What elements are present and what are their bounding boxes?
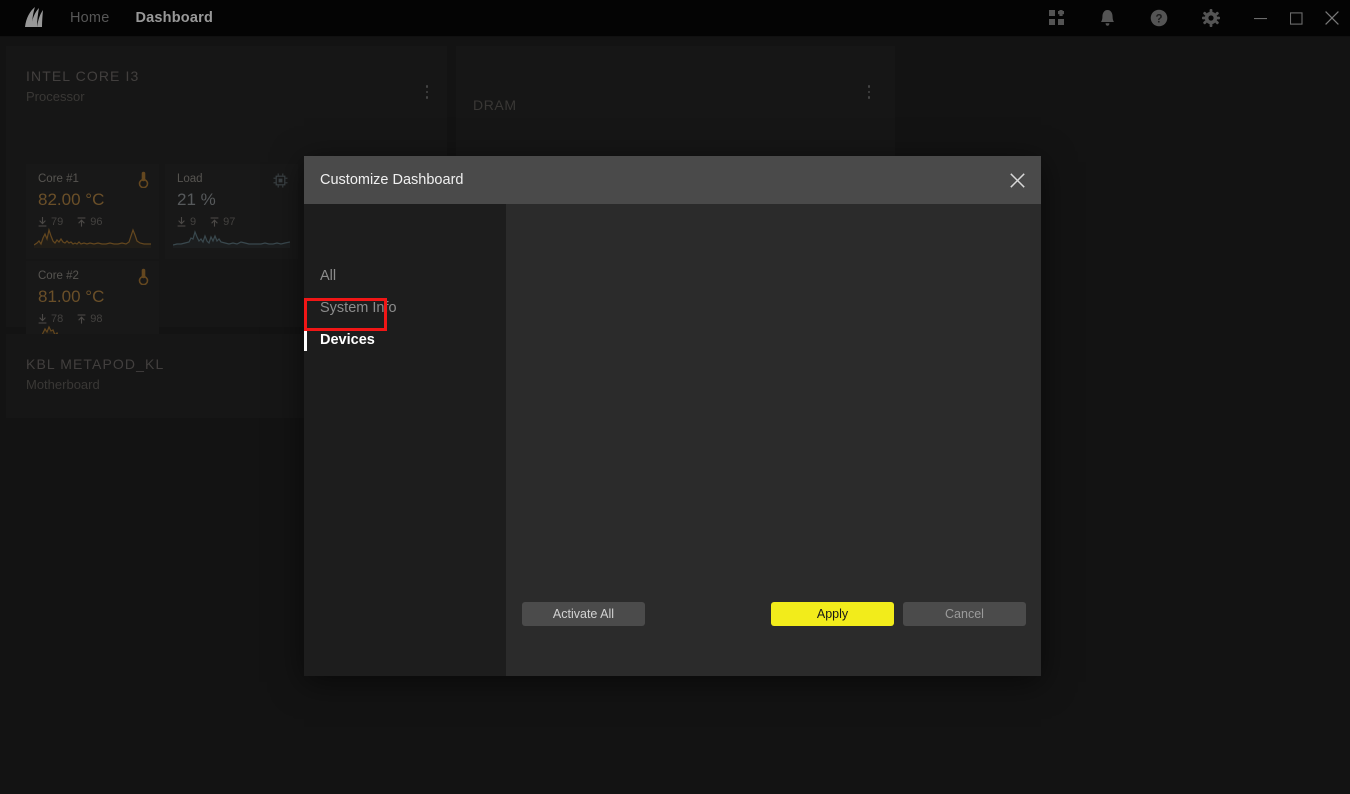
card-motherboard-title: KBL METAPOD_KL	[26, 356, 165, 372]
apply-button[interactable]: Apply	[771, 602, 894, 626]
tile-core-1-label: Core #1	[38, 173, 79, 185]
cancel-button[interactable]: Cancel	[903, 602, 1026, 626]
customize-dashboard-dialog: Customize Dashboard All System Info Devi…	[304, 156, 1041, 676]
dialog-tab-all[interactable]: All	[304, 260, 506, 292]
dialog-tab-system-info[interactable]: System Info	[304, 292, 506, 324]
svg-text:?: ?	[1155, 13, 1162, 25]
dialog-tab-devices[interactable]: Devices	[304, 324, 506, 356]
notifications-bell-icon[interactable]	[1090, 0, 1124, 36]
dialog-title: Customize Dashboard	[320, 172, 464, 188]
device-list-empty-area[interactable]	[506, 204, 1041, 592]
tile-load-sparkline	[172, 222, 291, 253]
tile-load-value: 21 %	[177, 190, 216, 209]
tile-core-1-sparkline	[33, 222, 151, 253]
main-nav: Home Dashboard	[70, 10, 213, 26]
close-icon[interactable]	[993, 156, 1041, 204]
dialog-action-bar: Activate All Apply Cancel	[506, 592, 1041, 676]
add-tile-icon[interactable]	[1040, 0, 1074, 36]
app-title-bar: Home Dashboard ?	[0, 0, 1350, 36]
corsair-sails-logo	[22, 7, 46, 29]
dialog-tab-devices-label: Devices	[320, 332, 375, 348]
dialog-tab-system-info-label: System Info	[320, 300, 397, 316]
tile-core-1-value: 82.00 °C	[38, 190, 105, 209]
dialog-category-sidebar: All System Info Devices	[304, 204, 506, 676]
activate-all-button[interactable]: Activate All	[522, 602, 645, 626]
active-tab-indicator	[304, 329, 307, 351]
dialog-body: All System Info Devices Activate All App…	[304, 204, 1041, 676]
card-processor-title: INTEL CORE I3	[26, 68, 140, 84]
card-dram-menu-icon[interactable]	[861, 85, 877, 99]
minimize-button[interactable]	[1242, 0, 1278, 36]
dialog-tab-all-label: All	[320, 268, 337, 284]
dialog-content-panel: Activate All Apply Cancel	[506, 204, 1041, 676]
nav-item-dashboard[interactable]: Dashboard	[135, 10, 213, 26]
tile-core-2-value: 81.00 °C	[38, 287, 105, 306]
titlebar-icon-group: ?	[1040, 0, 1350, 36]
thermometer-icon	[138, 268, 149, 290]
tile-load[interactable]: Load 21 % 9 97	[165, 164, 298, 259]
tile-core-1[interactable]: Core #1 82.00 °C 79 96	[26, 164, 159, 259]
card-processor-menu-icon[interactable]	[419, 85, 435, 99]
close-button[interactable]	[1314, 0, 1350, 36]
tile-load-label: Load	[177, 173, 203, 185]
card-dram-subtitle: DRAM	[473, 97, 517, 113]
settings-gear-icon[interactable]	[1194, 0, 1228, 36]
help-question-icon[interactable]: ?	[1142, 0, 1176, 36]
card-motherboard-subtitle: Motherboard	[26, 377, 100, 392]
dialog-header: Customize Dashboard	[304, 156, 1041, 204]
maximize-button[interactable]	[1278, 0, 1314, 36]
cpu-chip-icon	[273, 173, 288, 193]
nav-item-home[interactable]: Home	[70, 10, 109, 26]
thermometer-icon	[138, 171, 149, 193]
tile-core-2-label: Core #2	[38, 270, 79, 282]
card-processor-subtitle: Processor	[26, 89, 85, 104]
